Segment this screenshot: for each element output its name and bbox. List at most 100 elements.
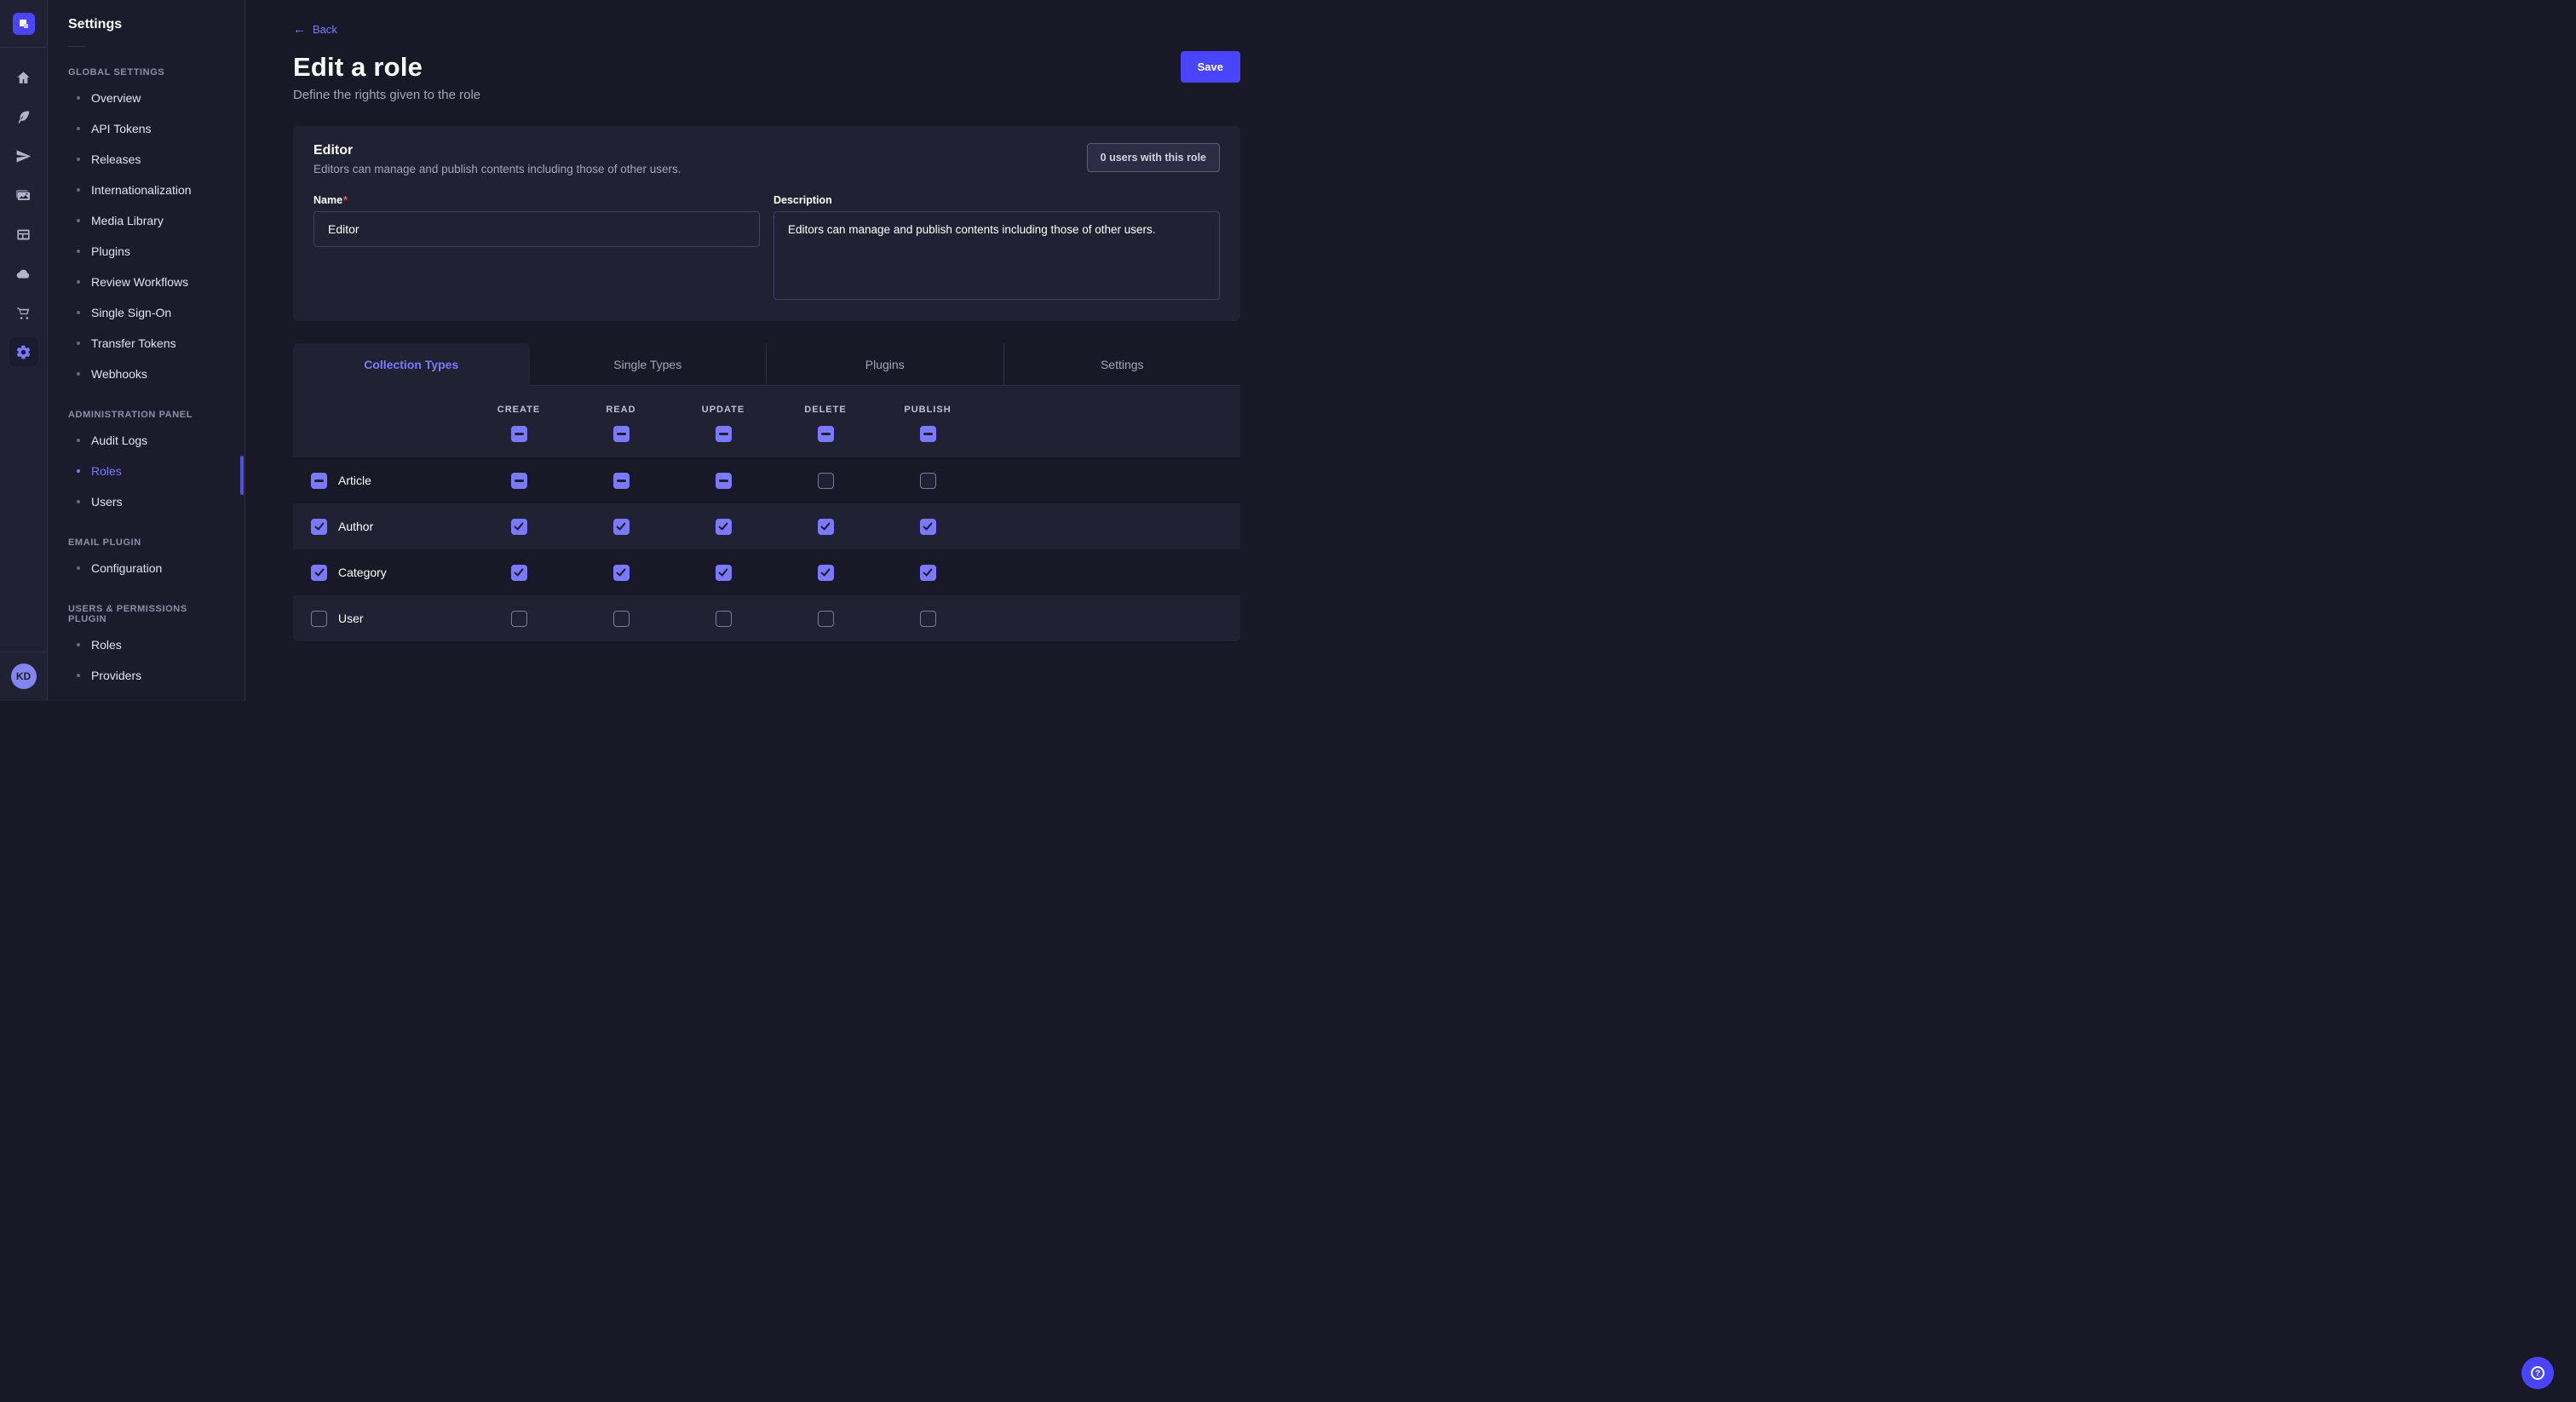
article-create-checkbox[interactable] — [511, 473, 527, 489]
check-icon — [718, 521, 728, 531]
permission-cell — [570, 473, 672, 489]
permission-cell — [468, 473, 570, 489]
author-delete-checkbox[interactable] — [818, 519, 834, 535]
sidebar-item-transfer-tokens[interactable]: Transfer Tokens — [48, 328, 244, 359]
back-label: Back — [313, 23, 337, 36]
permission-cell — [672, 611, 774, 627]
svg-text:?: ? — [2535, 1370, 2540, 1379]
sidebar-item-configuration[interactable]: Configuration — [48, 553, 244, 583]
name-field-group: Name* — [313, 194, 760, 304]
select-all-delete-checkbox[interactable] — [818, 426, 834, 442]
subnav-section: GLOBAL SETTINGSOverviewAPI TokensRelease… — [48, 67, 244, 389]
indeterminate-dash-icon — [719, 480, 728, 482]
category-delete-checkbox[interactable] — [818, 565, 834, 581]
sidebar-item-plugins[interactable]: Plugins — [48, 236, 244, 267]
category-create-checkbox[interactable] — [511, 565, 527, 581]
check-icon — [820, 521, 831, 531]
bullet-icon — [77, 566, 80, 570]
row-category-checkbox[interactable] — [311, 565, 327, 581]
user-read-checkbox[interactable] — [613, 611, 630, 627]
scrollbar-thumb[interactable] — [240, 456, 244, 495]
subnav-item-list: OverviewAPI TokensReleasesInternationali… — [48, 83, 244, 389]
select-all-read-checkbox[interactable] — [613, 426, 630, 442]
permission-cell — [877, 565, 979, 581]
select-all-row — [293, 426, 1240, 442]
author-read-checkbox[interactable] — [613, 519, 630, 535]
article-update-checkbox[interactable] — [716, 473, 732, 489]
indeterminate-dash-icon — [617, 480, 626, 482]
nav-item-layout[interactable] — [9, 220, 38, 249]
permission-cell — [672, 519, 774, 535]
name-label: Name* — [313, 194, 760, 206]
permission-cell — [774, 565, 877, 581]
tab-single-types[interactable]: Single Types — [530, 343, 767, 386]
user-delete-checkbox[interactable] — [818, 611, 834, 627]
nav-item-gear[interactable] — [9, 337, 38, 366]
sidebar-item-users[interactable]: Users — [48, 486, 244, 517]
category-update-checkbox[interactable] — [716, 565, 732, 581]
sidebar-item-single-sign-on[interactable]: Single Sign-On — [48, 297, 244, 328]
check-icon — [718, 567, 728, 577]
select-all-create-checkbox[interactable] — [511, 426, 527, 442]
users-with-role-badge[interactable]: 0 users with this role — [1087, 143, 1220, 172]
category-publish-checkbox[interactable] — [920, 565, 936, 581]
article-delete-checkbox[interactable] — [818, 473, 834, 489]
nav-item-feather[interactable] — [9, 102, 38, 131]
row-head: User — [293, 611, 468, 627]
tab-plugins[interactable]: Plugins — [766, 343, 1003, 386]
author-update-checkbox[interactable] — [716, 519, 732, 535]
bullet-icon — [77, 127, 80, 130]
user-publish-checkbox[interactable] — [920, 611, 936, 627]
article-read-checkbox[interactable] — [613, 473, 630, 489]
category-read-checkbox[interactable] — [613, 565, 630, 581]
row-label: User — [338, 612, 364, 625]
permissions-card: Collection TypesSingle TypesPluginsSetti… — [293, 343, 1240, 641]
sidebar-item-review-workflows[interactable]: Review Workflows — [48, 267, 244, 297]
avatar[interactable]: KD — [11, 664, 37, 689]
role-description-text: Editors can manage and publish contents … — [313, 163, 681, 175]
subnav-item-list: Audit Logs Roles Users — [48, 425, 244, 517]
save-button[interactable]: Save — [1181, 51, 1240, 83]
row-user-checkbox[interactable] — [311, 611, 327, 627]
sidebar-item-releases[interactable]: Releases — [48, 144, 244, 175]
author-create-checkbox[interactable] — [511, 519, 527, 535]
permissions-panel: CREATEREADUPDATEDELETEPUBLISH ArticleAut… — [293, 386, 1240, 641]
nav-item-images[interactable] — [9, 181, 38, 210]
nav-item-home[interactable] — [9, 63, 38, 92]
nav-item-cloud[interactable] — [9, 259, 38, 288]
sidebar-item-label: Roles — [91, 464, 122, 478]
bullet-icon — [77, 674, 80, 677]
user-update-checkbox[interactable] — [716, 611, 732, 627]
sidebar-item-webhooks[interactable]: Webhooks — [48, 359, 244, 389]
select-all-publish-checkbox[interactable] — [920, 426, 936, 442]
nav-item-cart[interactable] — [9, 298, 38, 327]
help-button[interactable]: ? — [2521, 1357, 2554, 1389]
back-link[interactable]: ← Back — [293, 23, 337, 36]
sidebar-item-audit-logs[interactable]: Audit Logs — [48, 425, 244, 456]
sidebar-item-internationalization[interactable]: Internationalization — [48, 175, 244, 205]
description-textarea[interactable]: Editors can manage and publish contents … — [773, 211, 1220, 300]
sidebar-item-api-tokens[interactable]: API Tokens — [48, 113, 244, 144]
article-publish-checkbox[interactable] — [920, 473, 936, 489]
sidebar-item-media-library[interactable]: Media Library — [48, 205, 244, 236]
tab-settings[interactable]: Settings — [1003, 343, 1241, 386]
home-icon — [15, 70, 32, 86]
row-author-checkbox[interactable] — [311, 519, 327, 535]
sidebar-item-roles[interactable]: Roles — [48, 456, 244, 486]
row-article-checkbox[interactable] — [311, 473, 327, 489]
sidebar-item-roles[interactable]: Roles — [48, 629, 244, 660]
strapi-logo[interactable] — [13, 13, 35, 35]
tab-collection-types[interactable]: Collection Types — [293, 343, 530, 386]
permission-cell — [774, 519, 877, 535]
user-create-checkbox[interactable] — [511, 611, 527, 627]
select-all-cell — [877, 426, 979, 442]
name-input[interactable] — [313, 211, 760, 247]
question-circle-icon: ? — [2529, 1365, 2546, 1382]
nav-item-paper-plane[interactable] — [9, 141, 38, 170]
author-publish-checkbox[interactable] — [920, 519, 936, 535]
sidebar-item-overview[interactable]: Overview — [48, 83, 244, 113]
column-header-publish: PUBLISH — [877, 405, 979, 415]
sidebar-item-providers[interactable]: Providers — [48, 660, 244, 691]
select-all-update-checkbox[interactable] — [716, 426, 732, 442]
bullet-icon — [77, 372, 80, 376]
